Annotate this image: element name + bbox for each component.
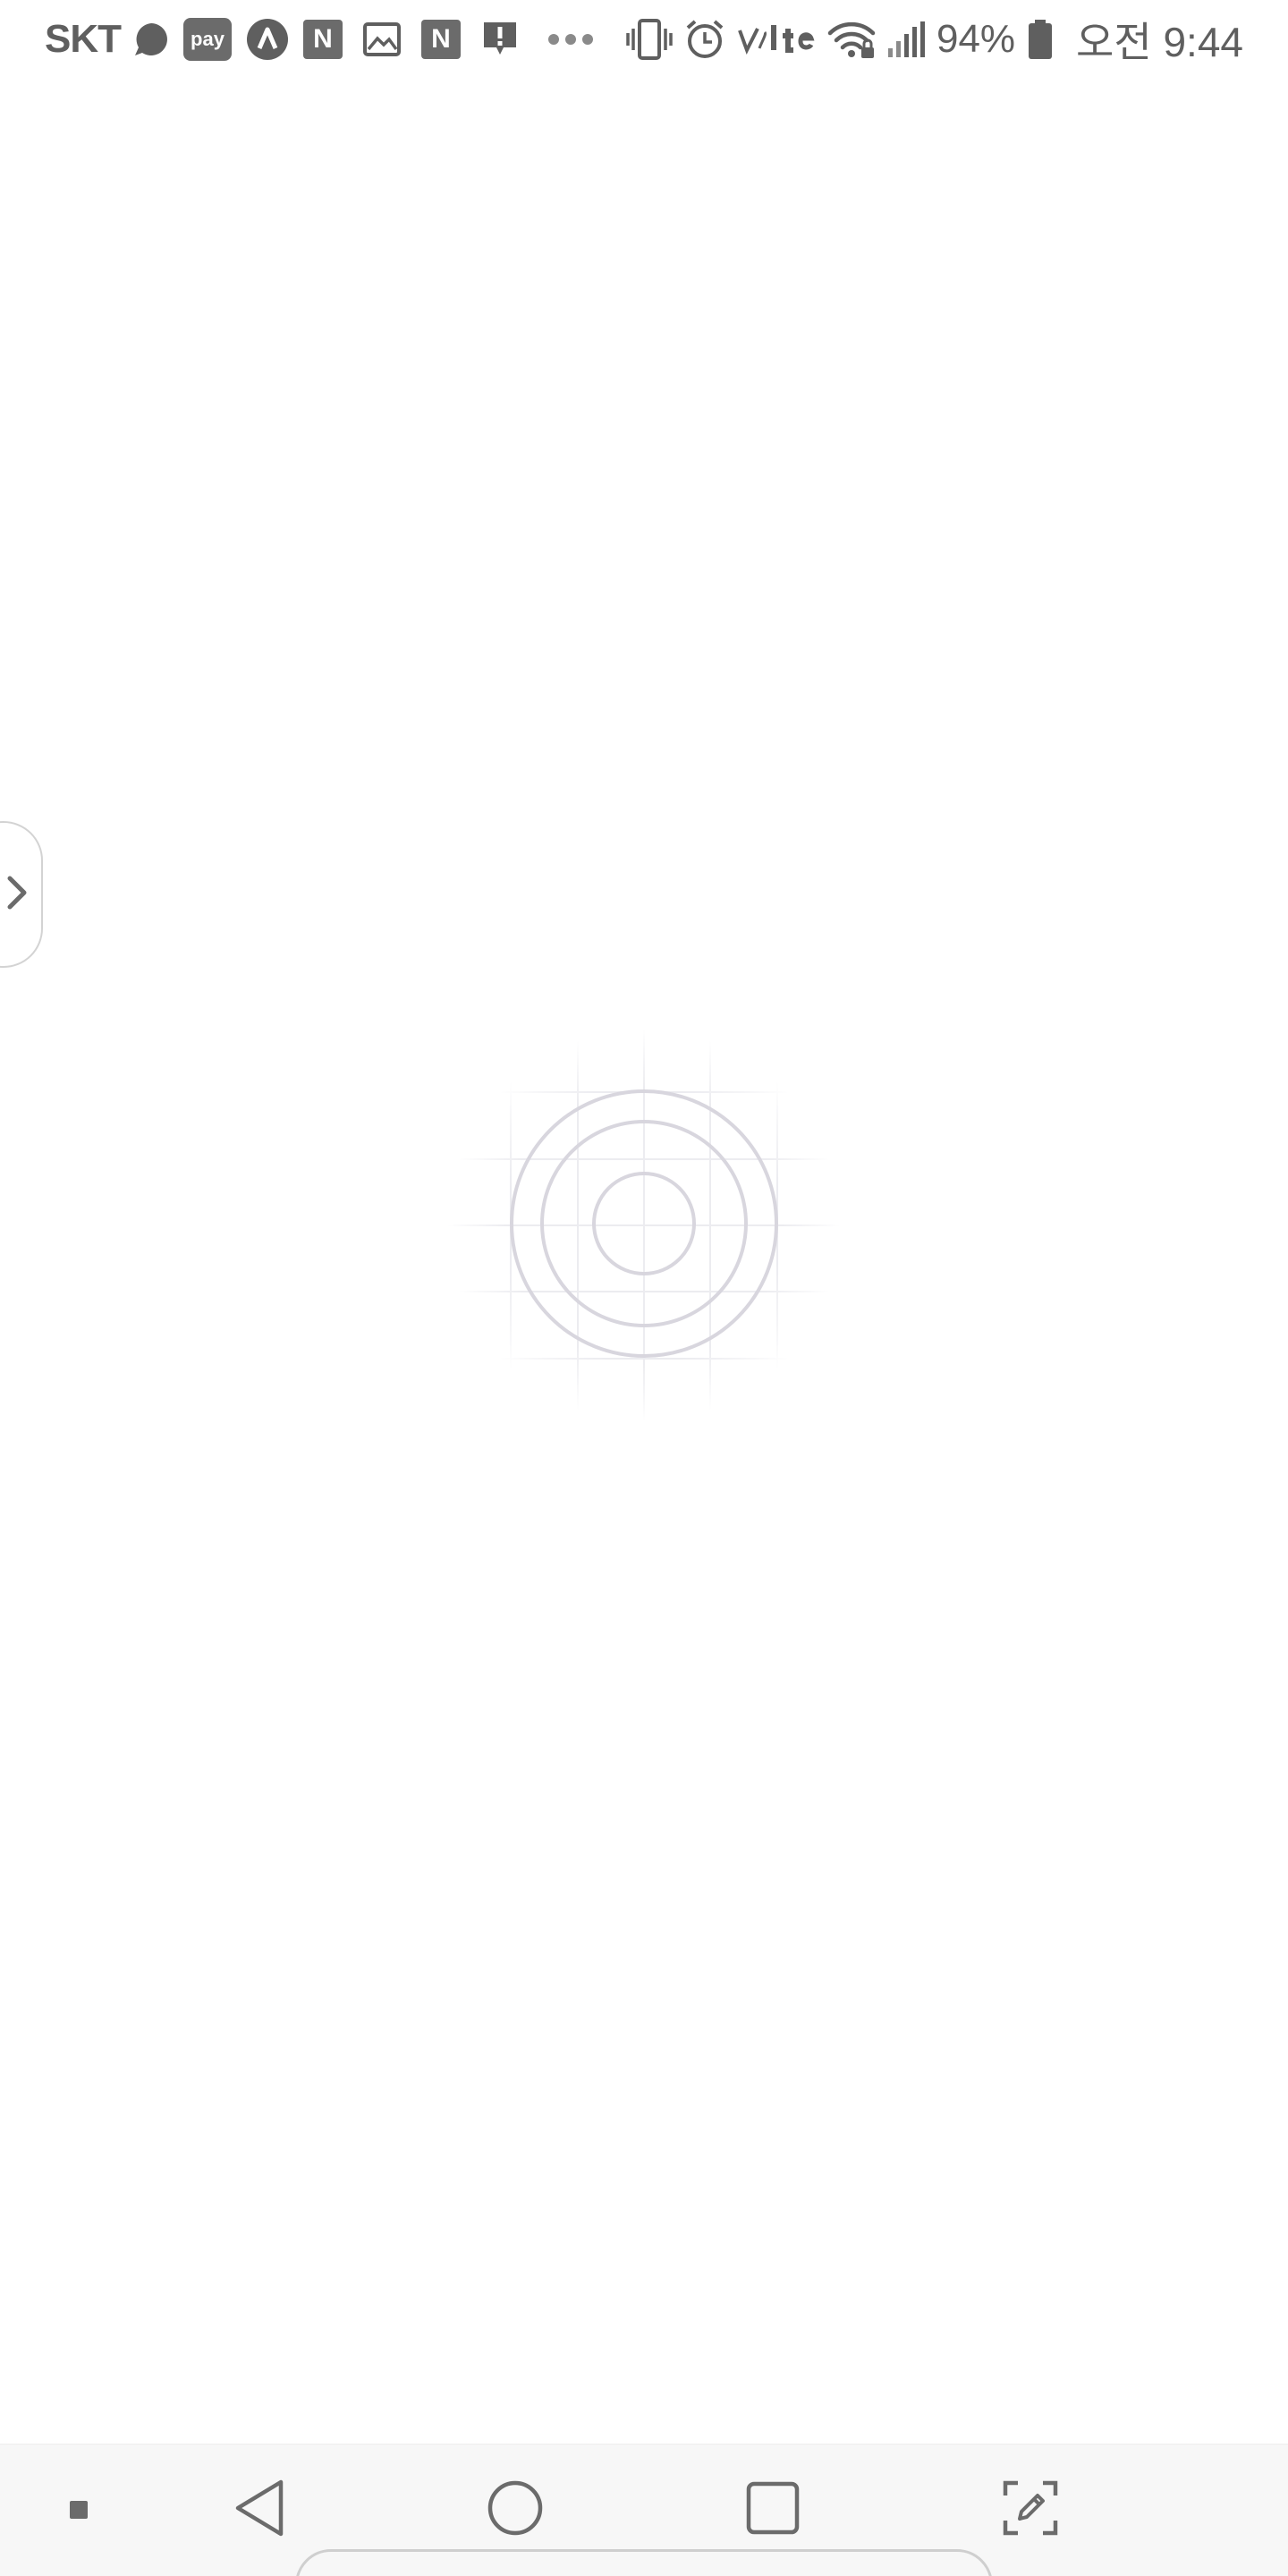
- status-bar-right: 94% 오전 9:44: [614, 10, 1243, 69]
- image-icon: [362, 20, 402, 59]
- chevron-right-icon: [5, 873, 30, 917]
- clock: 오전 9:44: [1076, 19, 1243, 65]
- home-icon: [487, 2479, 544, 2541]
- more-dots-icon: [547, 32, 595, 47]
- naver-icon: [246, 18, 289, 61]
- alert-icon: [480, 19, 520, 60]
- recents-icon: [745, 2480, 801, 2540]
- wifi-icon: [827, 19, 876, 60]
- n-icon: N: [303, 20, 343, 59]
- gesture-handle[interactable]: [295, 2549, 993, 2576]
- loading-graphic: [447, 1029, 841, 1422]
- vibrate-icon: [625, 18, 674, 61]
- square-dot-icon[interactable]: [61, 2492, 97, 2528]
- battery-percent: 94%: [936, 17, 1016, 61]
- signal-icon: [886, 20, 926, 59]
- status-bar-left: SKT pay N N: [45, 17, 595, 62]
- alarm-icon: [684, 19, 725, 60]
- screen: SKT pay N N 94% 오전 9:44: [0, 0, 1288, 2576]
- n-icon: N: [421, 20, 461, 59]
- back-icon: [233, 2479, 286, 2542]
- volte-icon: [736, 21, 817, 57]
- battery-icon: [1028, 19, 1053, 60]
- carrier-label: SKT: [45, 17, 122, 61]
- screenshot-edit-button[interactable]: [995, 2478, 1066, 2542]
- concentric-circles-icon: [447, 1029, 841, 1422]
- side-drawer-handle[interactable]: [0, 821, 43, 968]
- screenshot-edit-icon: [1002, 2479, 1059, 2541]
- home-button[interactable]: [479, 2478, 551, 2542]
- pay-icon: pay: [183, 18, 232, 61]
- back-button[interactable]: [224, 2478, 295, 2542]
- chat-bubble-icon: [131, 20, 171, 59]
- recents-button[interactable]: [737, 2478, 809, 2542]
- status-bar: SKT pay N N 94% 오전 9:44: [0, 0, 1288, 79]
